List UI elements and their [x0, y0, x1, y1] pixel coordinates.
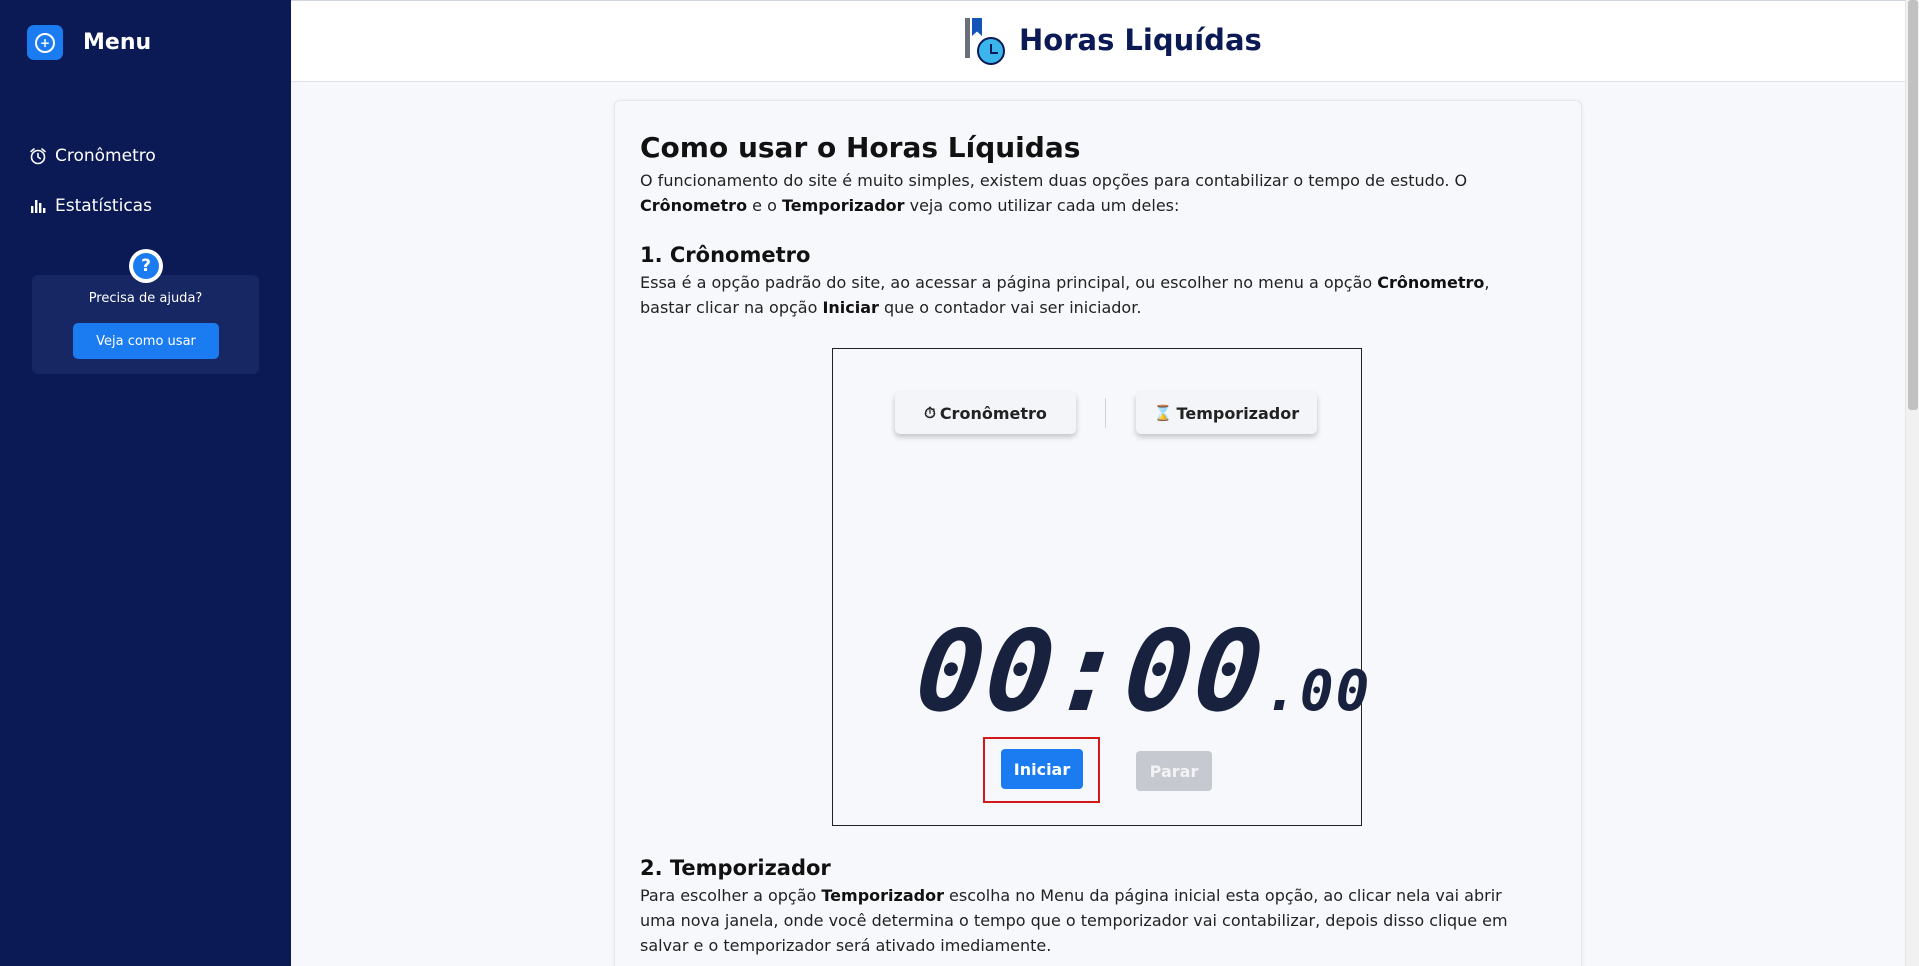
page-title: Como usar o Horas Líquidas — [640, 131, 1081, 164]
flag-clock-logo — [963, 15, 1009, 65]
tab-divider — [1105, 398, 1106, 428]
section-text: Para escolher a opção Temporizador escol… — [640, 886, 1508, 955]
site-title: Horas Liquídas — [1019, 23, 1262, 57]
sidebar-item-estatisticas[interactable]: Estatísticas — [29, 196, 152, 216]
start-button[interactable]: Iniciar — [1001, 749, 1083, 789]
hourglass-icon: ⌛ — [1153, 404, 1173, 422]
sidebar-item-label: Estatísticas — [55, 196, 152, 216]
help-text: Precisa de ajuda? — [88, 291, 203, 306]
stopwatch-icon: ⏱ — [924, 404, 936, 422]
stopwatch-demo-image: ⏱ Cronômetro ⌛ Temporizador 00:00.00 Ini… — [832, 348, 1369, 826]
section-temporizador: 2. Temporizador Para escolher a opção Te… — [640, 853, 1540, 958]
intro-section: Como usar o Horas Líquidas O funcionamen… — [640, 128, 1540, 218]
help-button[interactable]: Veja como usar — [73, 323, 219, 359]
timer-display: 00:00.00 — [910, 607, 1372, 737]
alarm-clock-icon — [29, 147, 47, 165]
section-heading: 1. Crônometro — [640, 243, 811, 267]
tab-temporizador[interactable]: ⌛ Temporizador — [1136, 392, 1317, 434]
scroll-thumb[interactable] — [1908, 0, 1918, 410]
timer-fraction: .00 — [1264, 659, 1372, 724]
scrollbar[interactable] — [1905, 0, 1919, 966]
brand[interactable]: Horas Liquídas — [963, 15, 1262, 65]
menu-header[interactable]: + Menu — [27, 25, 151, 60]
section-text: Essa é a opção padrão do site, ao acessa… — [640, 273, 1490, 317]
timer-main: 00:00 — [910, 607, 1271, 737]
tab-cronometro[interactable]: ⏱ Cronômetro — [895, 392, 1076, 434]
top-header: Horas Liquídas — [291, 0, 1905, 82]
plus-circle-icon[interactable]: + — [27, 25, 63, 60]
section-cronometro: 1. Crônometro Essa é a opção padrão do s… — [640, 240, 1540, 320]
bar-chart-icon — [29, 197, 47, 215]
sidebar-item-label: Cronômetro — [55, 146, 156, 166]
sidebar-item-cronometro[interactable]: Cronômetro — [29, 146, 156, 166]
intro-text: O funcionamento do site é muito simples,… — [640, 171, 1468, 215]
question-icon: ? — [129, 249, 163, 283]
section-heading: 2. Temporizador — [640, 856, 831, 880]
help-panel: Precisa de ajuda? Veja como usar — [32, 275, 259, 374]
menu-title: Menu — [83, 30, 152, 55]
stop-button[interactable]: Parar — [1136, 751, 1212, 791]
sidebar: + Menu Cronômetro Estatísticas Precisa d… — [0, 0, 291, 966]
